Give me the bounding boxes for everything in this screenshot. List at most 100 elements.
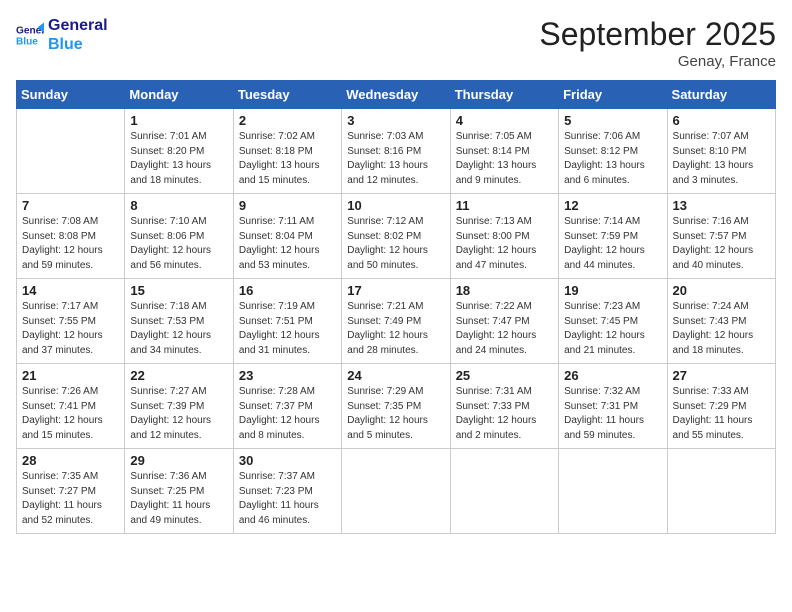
calendar-cell: 25 Sunrise: 7:31 AM Sunset: 7:33 PM Dayli… [450, 364, 558, 449]
logo-blue: Blue [48, 35, 108, 54]
day-number: 21 [22, 368, 119, 383]
calendar-cell: 12 Sunrise: 7:14 AM Sunset: 7:59 PM Dayli… [559, 194, 667, 279]
calendar-cell [667, 449, 775, 534]
day-number: 14 [22, 283, 119, 298]
day-number: 17 [347, 283, 444, 298]
day-number: 4 [456, 113, 553, 128]
calendar-table: SundayMondayTuesdayWednesdayThursdayFrid… [16, 80, 776, 534]
calendar-cell: 11Sunrise: 7:13 AM Sunset: 8:00 PM Dayli… [450, 194, 558, 279]
day-number: 7 [22, 198, 119, 213]
logo-general: General [48, 16, 108, 35]
calendar-header-row: SundayMondayTuesdayWednesdayThursdayFrid… [17, 81, 776, 109]
calendar-cell: 30Sunrise: 7:37 AM Sunset: 7:23 PM Dayli… [233, 449, 341, 534]
calendar-cell: 6Sunrise: 7:07 AM Sunset: 8:10 PM Daylig… [667, 109, 775, 194]
calendar-header-thursday: Thursday [450, 81, 558, 109]
calendar-cell: 20 Sunrise: 7:24 AM Sunset: 7:43 PM Dayli… [667, 279, 775, 364]
day-info: Sunrise: 7:16 AM Sunset: 7:57 PM Dayligh… [673, 215, 770, 273]
day-number: 3 [347, 113, 444, 128]
calendar-cell: 22 Sunrise: 7:27 AM Sunset: 7:39 PM Dayli… [125, 364, 233, 449]
day-info: Sunrise: 7:23 AM Sunset: 7:45 PM Dayligh… [564, 300, 661, 358]
calendar-header-wednesday: Wednesday [342, 81, 450, 109]
day-info: Sunrise: 7:18 AM Sunset: 7:53 PM Dayligh… [130, 300, 227, 358]
svg-text:Blue: Blue [16, 37, 38, 48]
day-number: 8 [130, 198, 227, 213]
day-info: Sunrise: 7:31 AM Sunset: 7:33 PM Dayligh… [456, 385, 553, 443]
day-number: 25 [456, 368, 553, 383]
calendar-week-2: 7 Sunrise: 7:08 AM Sunset: 8:08 PM Daylig… [17, 194, 776, 279]
calendar-cell: 15 Sunrise: 7:18 AM Sunset: 7:53 PM Dayli… [125, 279, 233, 364]
calendar-header-saturday: Saturday [667, 81, 775, 109]
calendar-cell: 27 Sunrise: 7:33 AM Sunset: 7:29 PM Dayli… [667, 364, 775, 449]
calendar-cell: 19 Sunrise: 7:23 AM Sunset: 7:45 PM Dayli… [559, 279, 667, 364]
calendar-cell [17, 109, 125, 194]
day-info: Sunrise: 7:19 AM Sunset: 7:51 PM Dayligh… [239, 300, 336, 358]
calendar-cell: 13 Sunrise: 7:16 AM Sunset: 7:57 PM Dayli… [667, 194, 775, 279]
calendar-cell [450, 449, 558, 534]
day-info: Sunrise: 7:22 AM Sunset: 7:47 PM Dayligh… [456, 300, 553, 358]
calendar-header-monday: Monday [125, 81, 233, 109]
calendar-cell [342, 449, 450, 534]
day-info: Sunrise: 7:35 AM Sunset: 7:27 PM Dayligh… [22, 470, 119, 528]
calendar-cell: 21 Sunrise: 7:26 AM Sunset: 7:41 PM Dayli… [17, 364, 125, 449]
day-info: Sunrise: 7:37 AM Sunset: 7:23 PM Dayligh… [239, 470, 336, 528]
day-info: Sunrise: 7:05 AM Sunset: 8:14 PM Dayligh… [456, 130, 553, 188]
day-info: Sunrise: 7:21 AM Sunset: 7:49 PM Dayligh… [347, 300, 444, 358]
logo-icon: General Blue [16, 21, 44, 49]
day-info: Sunrise: 7:11 AM Sunset: 8:04 PM Dayligh… [239, 215, 336, 273]
day-info: Sunrise: 7:33 AM Sunset: 7:29 PM Dayligh… [673, 385, 770, 443]
calendar-cell: 24 Sunrise: 7:29 AM Sunset: 7:35 PM Dayli… [342, 364, 450, 449]
calendar-cell: 8 Sunrise: 7:10 AM Sunset: 8:06 PM Daylig… [125, 194, 233, 279]
day-info: Sunrise: 7:03 AM Sunset: 8:16 PM Dayligh… [347, 130, 444, 188]
calendar-cell: 26Sunrise: 7:32 AM Sunset: 7:31 PM Dayli… [559, 364, 667, 449]
calendar-cell: 4 Sunrise: 7:05 AM Sunset: 8:14 PM Daylig… [450, 109, 558, 194]
calendar-cell: 18 Sunrise: 7:22 AM Sunset: 7:47 PM Dayli… [450, 279, 558, 364]
day-number: 24 [347, 368, 444, 383]
calendar-cell: 2 Sunrise: 7:02 AM Sunset: 8:18 PM Daylig… [233, 109, 341, 194]
day-number: 28 [22, 453, 119, 468]
calendar-week-3: 14Sunrise: 7:17 AM Sunset: 7:55 PM Dayli… [17, 279, 776, 364]
calendar-cell: 17 Sunrise: 7:21 AM Sunset: 7:49 PM Dayli… [342, 279, 450, 364]
calendar-cell: 23 Sunrise: 7:28 AM Sunset: 7:37 PM Dayli… [233, 364, 341, 449]
day-info: Sunrise: 7:26 AM Sunset: 7:41 PM Dayligh… [22, 385, 119, 443]
day-number: 19 [564, 283, 661, 298]
day-number: 20 [673, 283, 770, 298]
day-number: 27 [673, 368, 770, 383]
day-number: 23 [239, 368, 336, 383]
calendar-cell: 16Sunrise: 7:19 AM Sunset: 7:51 PM Dayli… [233, 279, 341, 364]
day-number: 1 [130, 113, 227, 128]
day-number: 9 [239, 198, 336, 213]
day-info: Sunrise: 7:27 AM Sunset: 7:39 PM Dayligh… [130, 385, 227, 443]
day-info: Sunrise: 7:01 AM Sunset: 8:20 PM Dayligh… [130, 130, 227, 188]
calendar-header-tuesday: Tuesday [233, 81, 341, 109]
calendar-cell [559, 449, 667, 534]
day-number: 12 [564, 198, 661, 213]
calendar-header-friday: Friday [559, 81, 667, 109]
day-info: Sunrise: 7:13 AM Sunset: 8:00 PM Dayligh… [456, 215, 553, 273]
day-info: Sunrise: 7:28 AM Sunset: 7:37 PM Dayligh… [239, 385, 336, 443]
calendar-cell: 10Sunrise: 7:12 AM Sunset: 8:02 PM Dayli… [342, 194, 450, 279]
day-number: 26 [564, 368, 661, 383]
day-info: Sunrise: 7:29 AM Sunset: 7:35 PM Dayligh… [347, 385, 444, 443]
day-number: 29 [130, 453, 227, 468]
calendar-cell: 28 Sunrise: 7:35 AM Sunset: 7:27 PM Dayli… [17, 449, 125, 534]
day-number: 13 [673, 198, 770, 213]
day-info: Sunrise: 7:36 AM Sunset: 7:25 PM Dayligh… [130, 470, 227, 528]
day-info: Sunrise: 7:14 AM Sunset: 7:59 PM Dayligh… [564, 215, 661, 273]
calendar-cell: 14Sunrise: 7:17 AM Sunset: 7:55 PM Dayli… [17, 279, 125, 364]
day-info: Sunrise: 7:07 AM Sunset: 8:10 PM Dayligh… [673, 130, 770, 188]
day-info: Sunrise: 7:02 AM Sunset: 8:18 PM Dayligh… [239, 130, 336, 188]
calendar-cell: 29 Sunrise: 7:36 AM Sunset: 7:25 PM Dayli… [125, 449, 233, 534]
calendar-week-5: 28 Sunrise: 7:35 AM Sunset: 7:27 PM Dayli… [17, 449, 776, 534]
calendar-cell: 3 Sunrise: 7:03 AM Sunset: 8:16 PM Daylig… [342, 109, 450, 194]
day-number: 18 [456, 283, 553, 298]
calendar-week-4: 21 Sunrise: 7:26 AM Sunset: 7:41 PM Dayli… [17, 364, 776, 449]
day-info: Sunrise: 7:10 AM Sunset: 8:06 PM Dayligh… [130, 215, 227, 273]
day-info: Sunrise: 7:12 AM Sunset: 8:02 PM Dayligh… [347, 215, 444, 273]
day-info: Sunrise: 7:24 AM Sunset: 7:43 PM Dayligh… [673, 300, 770, 358]
page-header: General Blue General Blue September 2025… [16, 16, 776, 70]
title-block: September 2025 Genay, France [539, 16, 776, 70]
day-number: 22 [130, 368, 227, 383]
day-number: 15 [130, 283, 227, 298]
day-info: Sunrise: 7:08 AM Sunset: 8:08 PM Dayligh… [22, 215, 119, 273]
day-number: 2 [239, 113, 336, 128]
